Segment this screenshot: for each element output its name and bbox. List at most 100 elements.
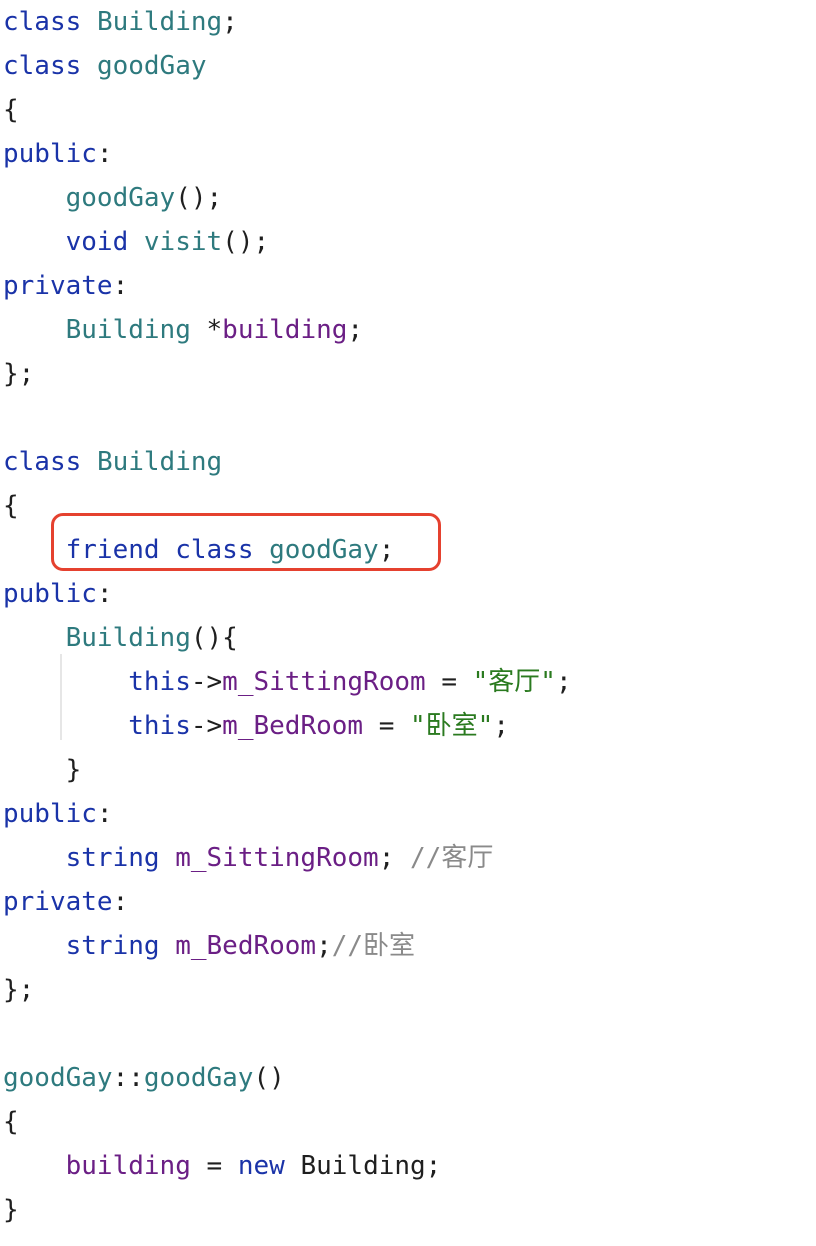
code-token: ()	[253, 1063, 285, 1093]
code-token: "客厅"	[472, 667, 556, 697]
code-token: m_BedRoom	[222, 711, 364, 741]
code-token: goodGay	[96, 51, 207, 81]
code-line: }	[3, 748, 82, 792]
code-line: class Building	[3, 440, 222, 484]
code-line: goodGay::goodGay()	[3, 1056, 285, 1100]
code-token: "卧室"	[410, 711, 494, 741]
code-token: goodGay	[3, 1063, 113, 1093]
code-token: =	[425, 667, 473, 697]
indent-guide	[60, 654, 62, 740]
code-token: ::	[112, 1063, 144, 1093]
code-token: new	[237, 1151, 285, 1181]
code-line: this->m_BedRoom = "卧室";	[3, 704, 509, 748]
code-token: Building	[65, 315, 191, 345]
code-token: //卧室	[331, 931, 416, 961]
code-token: building	[65, 1151, 191, 1181]
code-token: ;	[493, 711, 509, 741]
code-token: public	[3, 579, 97, 609]
code-line: Building(){	[3, 616, 238, 660]
code-token: goodGay	[143, 1063, 254, 1093]
code-line: class Building;	[3, 0, 238, 44]
code-line: {	[3, 88, 19, 132]
code-token: class	[3, 7, 82, 37]
code-line: goodGay();	[3, 176, 223, 220]
code-token: ;	[347, 315, 364, 345]
code-token: private	[3, 887, 113, 917]
code-token: Building	[96, 447, 223, 477]
code-token: *	[190, 315, 223, 345]
code-token: ;	[555, 667, 572, 697]
code-token: Building	[65, 623, 191, 653]
code-token: (){	[190, 623, 238, 653]
code-token: class	[3, 51, 82, 81]
code-line: {	[3, 1100, 19, 1144]
code-token: m_SittingRoom	[222, 667, 426, 697]
code-token: };	[3, 975, 35, 1005]
code-line: public:	[3, 132, 113, 176]
code-token: private	[3, 271, 113, 301]
code-token: public	[3, 799, 97, 829]
code-token: string	[65, 843, 160, 873]
code-token: {	[3, 95, 19, 125]
code-token: ;	[222, 7, 238, 37]
code-editor[interactable]: class Building; class goodGay{public: goo…	[3, 0, 813, 1246]
code-line: string m_SittingRoom; //客厅	[3, 836, 494, 880]
code-token: Building;	[284, 1151, 442, 1181]
code-token: {	[3, 1107, 19, 1137]
code-line: {	[3, 484, 19, 528]
code-line: public:	[3, 792, 113, 836]
code-line: building = new Building;	[3, 1144, 442, 1188]
code-line: Building *building;	[3, 308, 363, 352]
code-line: }	[3, 1188, 19, 1232]
code-token: }	[65, 755, 82, 785]
code-line: private:	[3, 880, 128, 924]
code-token: }	[3, 1195, 19, 1225]
code-token: ;	[316, 931, 332, 961]
code-line: string m_BedRoom;//卧室	[3, 924, 415, 968]
code-token: goodGay	[65, 183, 176, 213]
code-token: class	[3, 447, 82, 477]
code-token: ();	[222, 227, 270, 257]
code-token: public	[3, 139, 97, 169]
code-token: ->	[190, 711, 223, 741]
code-token: {	[3, 491, 19, 521]
code-token: Building	[96, 7, 223, 37]
code-line: };	[3, 968, 34, 1012]
code-line: void visit();	[3, 220, 270, 264]
code-token: this	[128, 667, 191, 697]
code-token: //客厅	[410, 843, 494, 873]
code-token: :	[96, 579, 113, 609]
code-token: visit	[143, 227, 223, 257]
code-token: :	[96, 139, 113, 169]
code-token: };	[3, 359, 35, 389]
code-token: =	[363, 711, 411, 741]
code-token: ;	[378, 843, 411, 873]
code-line: };	[3, 352, 34, 396]
code-line: class goodGay	[3, 44, 207, 88]
code-token: ->	[190, 667, 223, 697]
code-token: :	[112, 271, 129, 301]
code-token: m_BedRoom	[175, 931, 317, 961]
code-token: :	[112, 887, 129, 917]
code-token: this	[128, 711, 191, 741]
code-token: :	[96, 799, 113, 829]
code-token: =	[190, 1151, 238, 1181]
code-line: public:	[3, 572, 113, 616]
code-token: m_SittingRoom	[175, 843, 379, 873]
code-token: building	[222, 315, 348, 345]
